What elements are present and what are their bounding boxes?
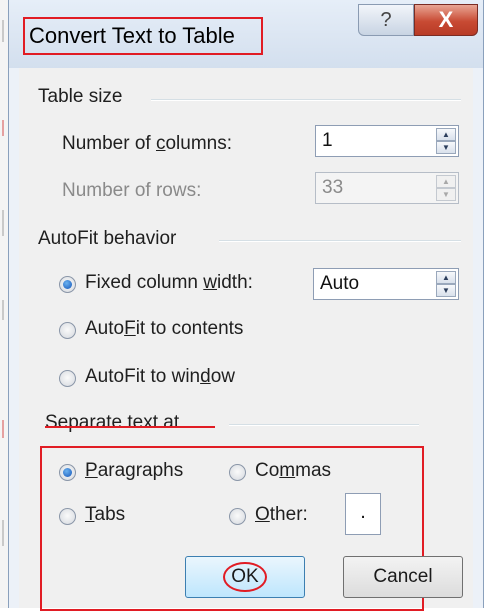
rows-value: 33 <box>322 177 344 198</box>
down-arrow-icon: ▼ <box>436 188 456 201</box>
autofit-contents-label[interactable]: AutoFit to contents <box>85 318 243 340</box>
fixed-width-label[interactable]: Fixed column width: <box>85 272 253 294</box>
other-separator-input[interactable]: . <box>345 493 381 535</box>
group-divider <box>151 99 461 101</box>
ok-highlight-circle: OK <box>223 562 267 592</box>
radio-unselected-icon[interactable] <box>59 370 76 387</box>
ok-label: OK <box>231 566 259 587</box>
group-divider <box>219 240 461 242</box>
other-label[interactable]: Other: <box>255 504 308 526</box>
help-icon: ? <box>380 9 392 31</box>
label-underline-highlight <box>45 426 215 428</box>
rows-label: Number of rows: <box>62 180 202 201</box>
group-divider <box>229 424 419 426</box>
cancel-button[interactable]: Cancel <box>343 556 463 598</box>
radio-unselected-icon[interactable] <box>229 508 246 525</box>
up-arrow-icon: ▲ <box>436 175 456 188</box>
radio-selected-icon[interactable] <box>59 464 76 481</box>
background-window-edge <box>0 0 8 608</box>
radio-selected-icon[interactable] <box>59 276 76 293</box>
help-button[interactable]: ? <box>358 4 414 36</box>
up-arrow-icon[interactable]: ▲ <box>436 271 456 284</box>
radio-unselected-icon[interactable] <box>229 464 246 481</box>
radio-unselected-icon[interactable] <box>59 508 76 525</box>
rows-spinner: 33 ▲ ▼ <box>315 172 459 204</box>
columns-spinner[interactable]: 1 ▲ ▼ <box>315 125 459 157</box>
dialog-title: Convert Text to Table <box>23 17 263 55</box>
commas-label[interactable]: Commas <box>255 460 331 482</box>
separate-group-label: Separate text at <box>45 412 180 433</box>
autofit-group-label: AutoFit behavior <box>38 228 177 249</box>
fixed-width-spinner[interactable]: Auto ▲ ▼ <box>313 268 459 300</box>
radio-unselected-icon[interactable] <box>59 322 76 339</box>
ok-button[interactable]: OK <box>185 556 305 598</box>
columns-label: Number of columns: <box>62 133 233 154</box>
tabs-label[interactable]: Tabs <box>85 504 125 526</box>
close-icon: X <box>438 7 454 32</box>
autofit-window-label[interactable]: AutoFit to window <box>85 366 235 388</box>
table-size-group-label: Table size <box>38 86 123 107</box>
columns-value[interactable]: 1 <box>322 130 333 152</box>
close-button[interactable]: X <box>414 4 478 36</box>
title-bar[interactable]: Convert Text to Table ? X <box>9 0 483 68</box>
fixed-width-value[interactable]: Auto <box>320 273 359 295</box>
up-arrow-icon[interactable]: ▲ <box>436 128 456 141</box>
down-arrow-icon[interactable]: ▼ <box>436 284 456 297</box>
paragraphs-label[interactable]: Paragraphs <box>85 460 183 482</box>
down-arrow-icon[interactable]: ▼ <box>436 141 456 154</box>
dialog-body: Table size Number of columns: 1 ▲ ▼ Numb… <box>19 68 473 611</box>
convert-text-to-table-dialog: Convert Text to Table ? X Table size Num… <box>8 0 484 611</box>
